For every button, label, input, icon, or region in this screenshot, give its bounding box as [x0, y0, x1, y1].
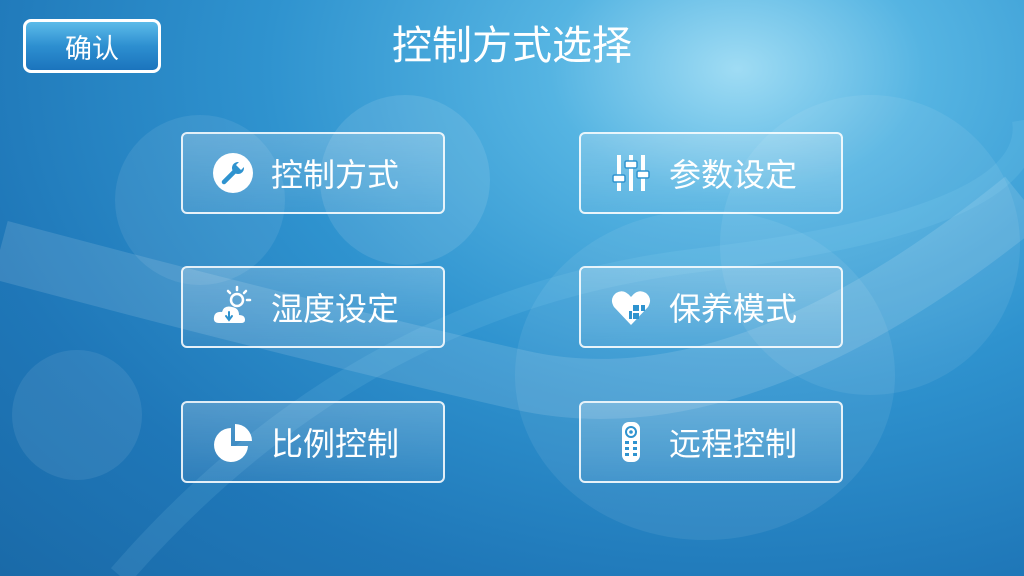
background-bokeh [12, 350, 142, 480]
control-mode-label: 控制方式 [271, 156, 400, 194]
humidity-setting-label: 湿度设定 [271, 290, 400, 328]
heart-building-icon [611, 291, 651, 325]
page-title: 控制方式选择 [392, 23, 632, 69]
humidity-setting-button[interactable]: 湿度设定 [181, 266, 445, 348]
proportional-control-button[interactable]: 比例控制 [181, 401, 445, 483]
parameter-setting-label: 参数设定 [669, 156, 798, 194]
maintenance-mode-label: 保养模式 [669, 290, 798, 328]
maintenance-mode-button[interactable]: 保养模式 [579, 266, 843, 348]
remote-control-icon [622, 422, 640, 462]
remote-control-label: 远程控制 [669, 425, 798, 463]
control-mode-button[interactable]: 控制方式 [181, 132, 445, 214]
proportional-control-label: 比例控制 [271, 425, 400, 463]
remote-control-button[interactable]: 远程控制 [579, 401, 843, 483]
background-bokeh [515, 210, 895, 540]
wrench-icon [213, 153, 253, 193]
pie-chart-icon [214, 424, 252, 462]
sliders-icon [612, 155, 650, 191]
background-light-beam [0, 120, 1024, 576]
parameter-setting-button[interactable]: 参数设定 [579, 132, 843, 214]
weather-humidity-icon [213, 285, 252, 323]
